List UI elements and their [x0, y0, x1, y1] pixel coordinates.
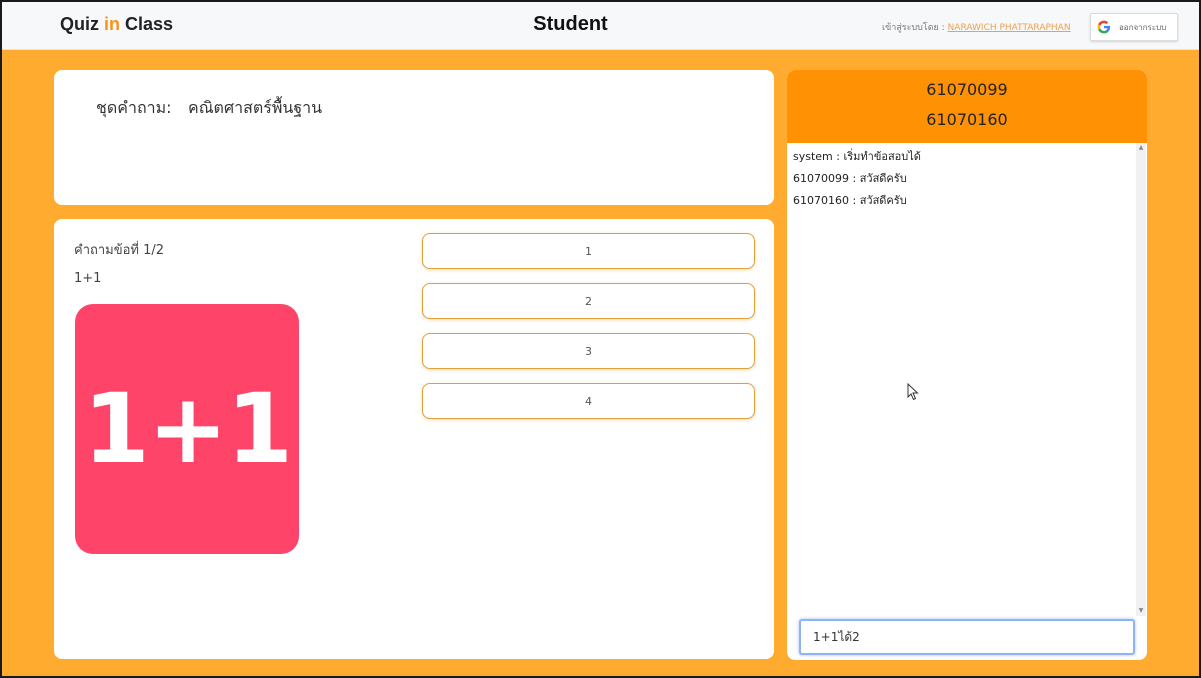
question-set-panel: ชุดคำถาม: คณิตศาสตร์พื้นฐาน	[54, 70, 774, 205]
logout-label: ออกจากระบบ	[1119, 22, 1167, 32]
logout-button[interactable]: ออกจากระบบ	[1090, 13, 1178, 41]
chat-log: system : เริ่มทำข้อสอบได้ 61070099 : สวั…	[787, 143, 1137, 611]
chat-input[interactable]	[799, 619, 1135, 655]
chat-scrollbar[interactable]: ▲ ▼	[1136, 143, 1146, 616]
login-label: เข้าสู่ระบบโดย :	[882, 23, 948, 33]
question-set-label: ชุดคำถาม:	[96, 98, 172, 117]
answer-button-3[interactable]: 3	[422, 333, 755, 369]
question-text: 1+1	[74, 271, 102, 286]
chat-members-header: 61070099 61070160	[787, 70, 1147, 143]
chat-message: 61070099 : สวัสดีครับ	[793, 172, 907, 185]
scroll-up-arrow-icon[interactable]: ▲	[1138, 145, 1144, 151]
question-panel: คำถามข้อที่ 1/2 1+1 1+1 1 2 3 4	[54, 219, 774, 659]
chat-panel: 61070099 61070160 system : เริ่มทำข้อสอบ…	[787, 70, 1147, 660]
top-navbar: Quiz in Class Student เข้าสู่ระบบโดย : N…	[2, 2, 1199, 50]
login-info: เข้าสู่ระบบโดย : NARAWICH PHATTARAPHAN	[882, 20, 1071, 34]
google-icon	[1097, 20, 1111, 34]
login-user-link[interactable]: NARAWICH PHATTARAPHAN	[948, 23, 1071, 33]
question-image-text: 1+1	[82, 373, 293, 485]
member-id: 61070099	[926, 80, 1008, 99]
answer-button-1[interactable]: 1	[422, 233, 755, 269]
app-frame: Quiz in Class Student เข้าสู่ระบบโดย : N…	[2, 2, 1199, 676]
question-number: คำถามข้อที่ 1/2	[74, 243, 165, 258]
scroll-down-arrow-icon[interactable]: ▼	[1138, 608, 1144, 614]
chat-message: system : เริ่มทำข้อสอบได้	[793, 150, 921, 163]
question-image: 1+1	[75, 304, 299, 554]
mouse-cursor-icon	[907, 383, 919, 401]
answer-button-2[interactable]: 2	[422, 283, 755, 319]
question-set-value: คณิตศาสตร์พื้นฐาน	[188, 98, 323, 117]
member-id: 61070160	[926, 110, 1008, 129]
answer-button-4[interactable]: 4	[422, 383, 755, 419]
chat-message: 61070160 : สวัสดีครับ	[793, 194, 907, 207]
